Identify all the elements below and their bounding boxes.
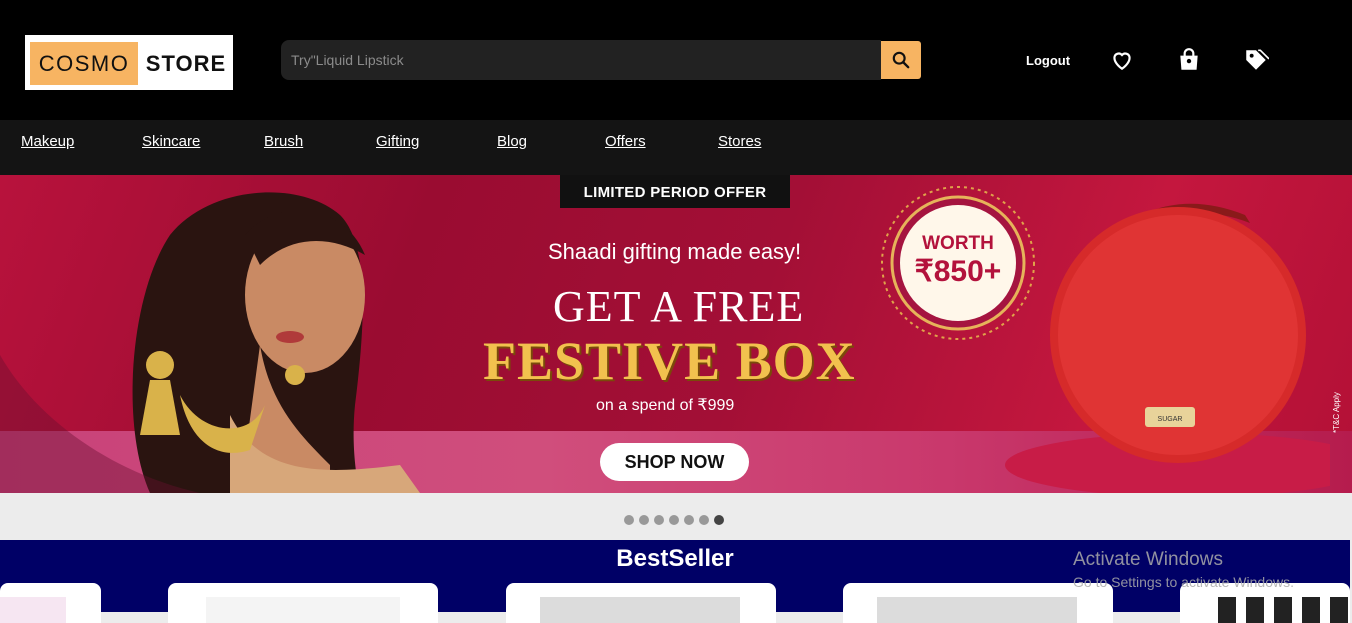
worth-value: ₹850+	[915, 255, 1002, 288]
activate-windows-title: Activate Windows	[1073, 549, 1223, 570]
carousel-dot[interactable]	[699, 515, 709, 525]
product-image	[206, 597, 400, 623]
banner-tagline: Shaadi gifting made easy!	[548, 239, 802, 264]
banner-headline: GET A FREE	[553, 282, 805, 331]
site-logo[interactable]: COSMO STORE	[25, 35, 233, 90]
heart-icon	[1113, 52, 1131, 70]
activate-windows-subtitle: Go to Settings to activate Windows.	[1073, 574, 1294, 590]
product-image	[540, 597, 740, 623]
search-button[interactable]	[881, 41, 921, 79]
carousel-dot[interactable]	[669, 515, 679, 525]
search-input[interactable]	[281, 40, 881, 80]
cart-button[interactable]	[1176, 47, 1202, 73]
carousel-dots	[624, 515, 724, 525]
nav-link-stores[interactable]: Stores	[718, 133, 761, 150]
logout-link[interactable]: Logout	[1026, 53, 1070, 68]
nav-link-brush[interactable]: Brush	[264, 133, 303, 150]
nav-link-offers[interactable]: Offers	[605, 133, 646, 150]
top-header: COSMO STORE Logout	[0, 0, 1352, 120]
carousel-dot[interactable]	[624, 515, 634, 525]
nav-link-blog[interactable]: Blog	[497, 133, 527, 150]
nav-link-gifting[interactable]: Gifting	[376, 133, 419, 150]
carousel-dot[interactable]	[639, 515, 649, 525]
nav-link-makeup[interactable]: Makeup	[21, 133, 74, 150]
category-nav: Makeup Skincare Brush Gifting Blog Offer…	[0, 120, 1352, 175]
shop-now-button[interactable]: SHOP NOW	[600, 443, 749, 481]
banner-headline-festive: FESTIVE BOX	[483, 331, 856, 391]
product-image	[1218, 597, 1350, 623]
search-icon	[892, 51, 910, 69]
bag-brand-label: SUGAR	[1158, 416, 1183, 423]
festive-box-image: SUGAR	[1005, 203, 1330, 493]
offers-button[interactable]	[1243, 47, 1270, 73]
tags-icon	[1246, 49, 1270, 70]
banner-spend-text: on a spend of ₹999	[596, 397, 735, 414]
wishlist-button[interactable]	[1109, 47, 1135, 73]
shopping-bag-icon	[1180, 48, 1198, 70]
carousel-dot-active[interactable]	[714, 515, 724, 525]
limited-offer-badge: LIMITED PERIOD OFFER	[560, 175, 790, 208]
tnc-note: *T&C Apply	[1332, 392, 1341, 433]
logo-text-store: STORE	[145, 51, 227, 76]
model-image	[0, 192, 420, 493]
product-card[interactable]	[168, 583, 438, 623]
product-image	[877, 597, 1077, 623]
logo-text-cosmo: COSMO	[30, 42, 138, 85]
carousel-dot[interactable]	[654, 515, 664, 525]
product-image	[0, 597, 66, 623]
hero-banner[interactable]: LIMITED PERIOD OFFER Shaadi gifting made…	[0, 175, 1352, 493]
carousel-dot[interactable]	[684, 515, 694, 525]
worth-label: WORTH	[922, 233, 994, 254]
product-card[interactable]	[0, 583, 101, 623]
product-card[interactable]	[506, 583, 776, 623]
nav-link-skincare[interactable]: Skincare	[142, 133, 200, 150]
